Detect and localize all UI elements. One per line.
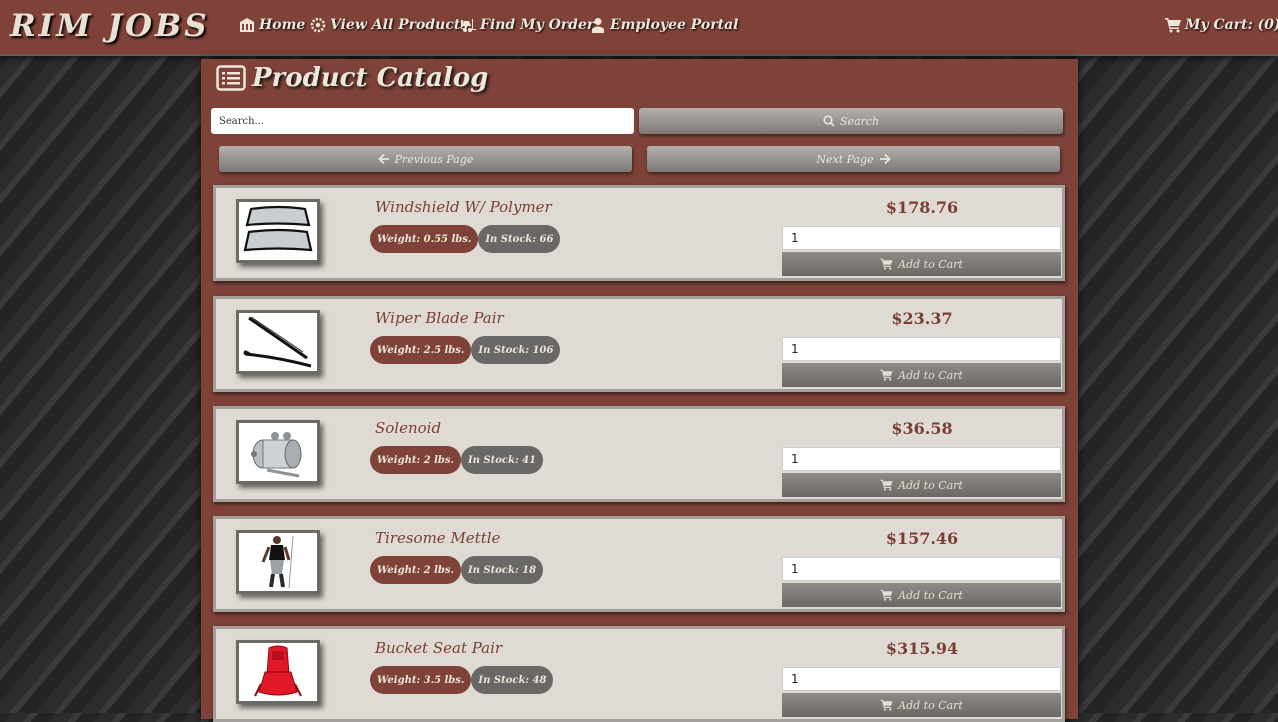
cart-icon (1165, 18, 1181, 33)
nav-home-label: Home (259, 17, 306, 33)
quantity-input[interactable] (782, 557, 1061, 581)
product-badges: Weight: 0.55 lbs. In Stock: 66 (370, 225, 561, 253)
next-page-label: Next Page (816, 152, 874, 166)
stock-badge: In Stock: 18 (460, 556, 544, 584)
weight-badge: Weight: 3.5 lbs. (370, 666, 472, 694)
cart-icon (880, 369, 893, 381)
add-to-cart-button[interactable]: Add to Cart (782, 583, 1061, 607)
nav-employee-portal-link[interactable]: Employee Portal (590, 17, 738, 33)
person-icon (592, 18, 604, 33)
bucket-seat-image (254, 645, 302, 697)
product-thumbnail[interactable] (236, 640, 320, 704)
search-input[interactable] (211, 108, 634, 134)
add-to-cart-label: Add to Cart (898, 368, 963, 382)
search-button-label: Search (839, 114, 880, 128)
add-to-cart-button[interactable]: Add to Cart (782, 473, 1061, 497)
product-name[interactable]: Bucket Seat Pair (375, 639, 502, 657)
add-to-cart-button[interactable]: Add to Cart (782, 363, 1061, 387)
product-thumbnail[interactable] (236, 420, 320, 484)
nav-view-products-link[interactable]: View All Products (310, 17, 468, 33)
cart-icon (880, 699, 893, 711)
quantity-input[interactable] (782, 226, 1061, 250)
cart-label: My Cart: (0) (1185, 17, 1278, 33)
product-card: Wiper Blade Pair Weight: 2.5 lbs. In Sto… (213, 296, 1065, 392)
product-name[interactable]: Solenoid (375, 419, 441, 437)
previous-page-label: Previous Page (394, 152, 474, 166)
nav-find-order-link[interactable]: Find My Order (460, 17, 594, 33)
product-name[interactable]: Wiper Blade Pair (375, 309, 504, 327)
previous-page-button[interactable]: Previous Page (219, 146, 632, 172)
list-icon (216, 65, 246, 91)
product-price: $23.37 (891, 309, 953, 328)
product-name[interactable]: Windshield W/ Polymer (375, 198, 552, 216)
product-thumbnail[interactable] (236, 199, 320, 263)
arrow-left-icon (377, 153, 389, 165)
product-price: $315.94 (885, 639, 959, 658)
weight-badge: Weight: 2 lbs. (370, 556, 461, 584)
product-card: Tiresome Mettle Weight: 2 lbs. In Stock:… (213, 516, 1065, 612)
product-badges: Weight: 2.5 lbs. In Stock: 106 (370, 336, 561, 364)
search-button[interactable]: Search (639, 108, 1063, 134)
nav-view-products-label: View All Products (330, 17, 469, 33)
nav-home-link[interactable]: Home (239, 17, 305, 33)
product-thumbnail[interactable] (236, 310, 320, 374)
brand-logo[interactable]: RIM JOBS (10, 8, 210, 44)
quantity-input[interactable] (782, 337, 1061, 361)
nav-find-order-label: Find My Order (480, 17, 595, 33)
gear-icon (310, 17, 326, 33)
add-to-cart-button[interactable]: Add to Cart (782, 252, 1061, 276)
add-to-cart-button[interactable]: Add to Cart (782, 693, 1061, 717)
catalog-container: Product Catalog Search Previous Page Nex… (201, 59, 1078, 722)
stock-badge: In Stock: 106 (471, 336, 561, 364)
product-card: Windshield W/ Polymer Weight: 0.55 lbs. … (213, 185, 1065, 281)
product-badges: Weight: 3.5 lbs. In Stock: 48 (370, 666, 554, 694)
cart-link[interactable]: My Cart: (0) (1165, 17, 1278, 33)
arrow-right-icon (879, 153, 891, 165)
quantity-input[interactable] (782, 447, 1061, 471)
forklift-icon (461, 19, 476, 32)
product-price: $36.58 (891, 419, 953, 438)
cart-icon (880, 479, 893, 491)
figure-image (261, 535, 294, 589)
product-price: $157.46 (885, 529, 959, 548)
next-page-button[interactable]: Next Page (647, 146, 1060, 172)
cart-icon (880, 258, 893, 270)
building-icon (240, 18, 254, 32)
page-title: Product Catalog (216, 63, 488, 93)
page-title-text: Product Catalog (252, 63, 489, 93)
solenoid-image (251, 432, 302, 478)
add-to-cart-label: Add to Cart (898, 698, 963, 712)
weight-badge: Weight: 2 lbs. (370, 446, 461, 474)
add-to-cart-label: Add to Cart (898, 478, 963, 492)
product-badges: Weight: 2 lbs. In Stock: 41 (370, 446, 544, 474)
product-thumbnail[interactable] (236, 530, 320, 594)
product-card: Solenoid Weight: 2 lbs. In Stock: 41 $36… (213, 406, 1065, 502)
add-to-cart-label: Add to Cart (898, 588, 963, 602)
product-name[interactable]: Tiresome Mettle (375, 529, 500, 547)
add-to-cart-label: Add to Cart (898, 257, 963, 271)
cart-icon (880, 589, 893, 601)
quantity-input[interactable] (782, 667, 1061, 691)
weight-badge: Weight: 2.5 lbs. (370, 336, 472, 364)
stock-badge: In Stock: 66 (478, 225, 561, 253)
search-icon (823, 115, 835, 127)
wiper-blade-image (243, 316, 312, 368)
product-card: Bucket Seat Pair Weight: 3.5 lbs. In Sto… (213, 626, 1065, 722)
top-navbar: RIM JOBS Home View All Products Find My … (0, 0, 1278, 56)
weight-badge: Weight: 0.55 lbs. (370, 225, 479, 253)
nav-employee-portal-label: Employee Portal (610, 17, 739, 33)
product-badges: Weight: 2 lbs. In Stock: 18 (370, 556, 544, 584)
windshield-image (243, 205, 313, 252)
stock-badge: In Stock: 48 (471, 666, 554, 694)
stock-badge: In Stock: 41 (460, 446, 544, 474)
product-price: $178.76 (885, 198, 959, 217)
